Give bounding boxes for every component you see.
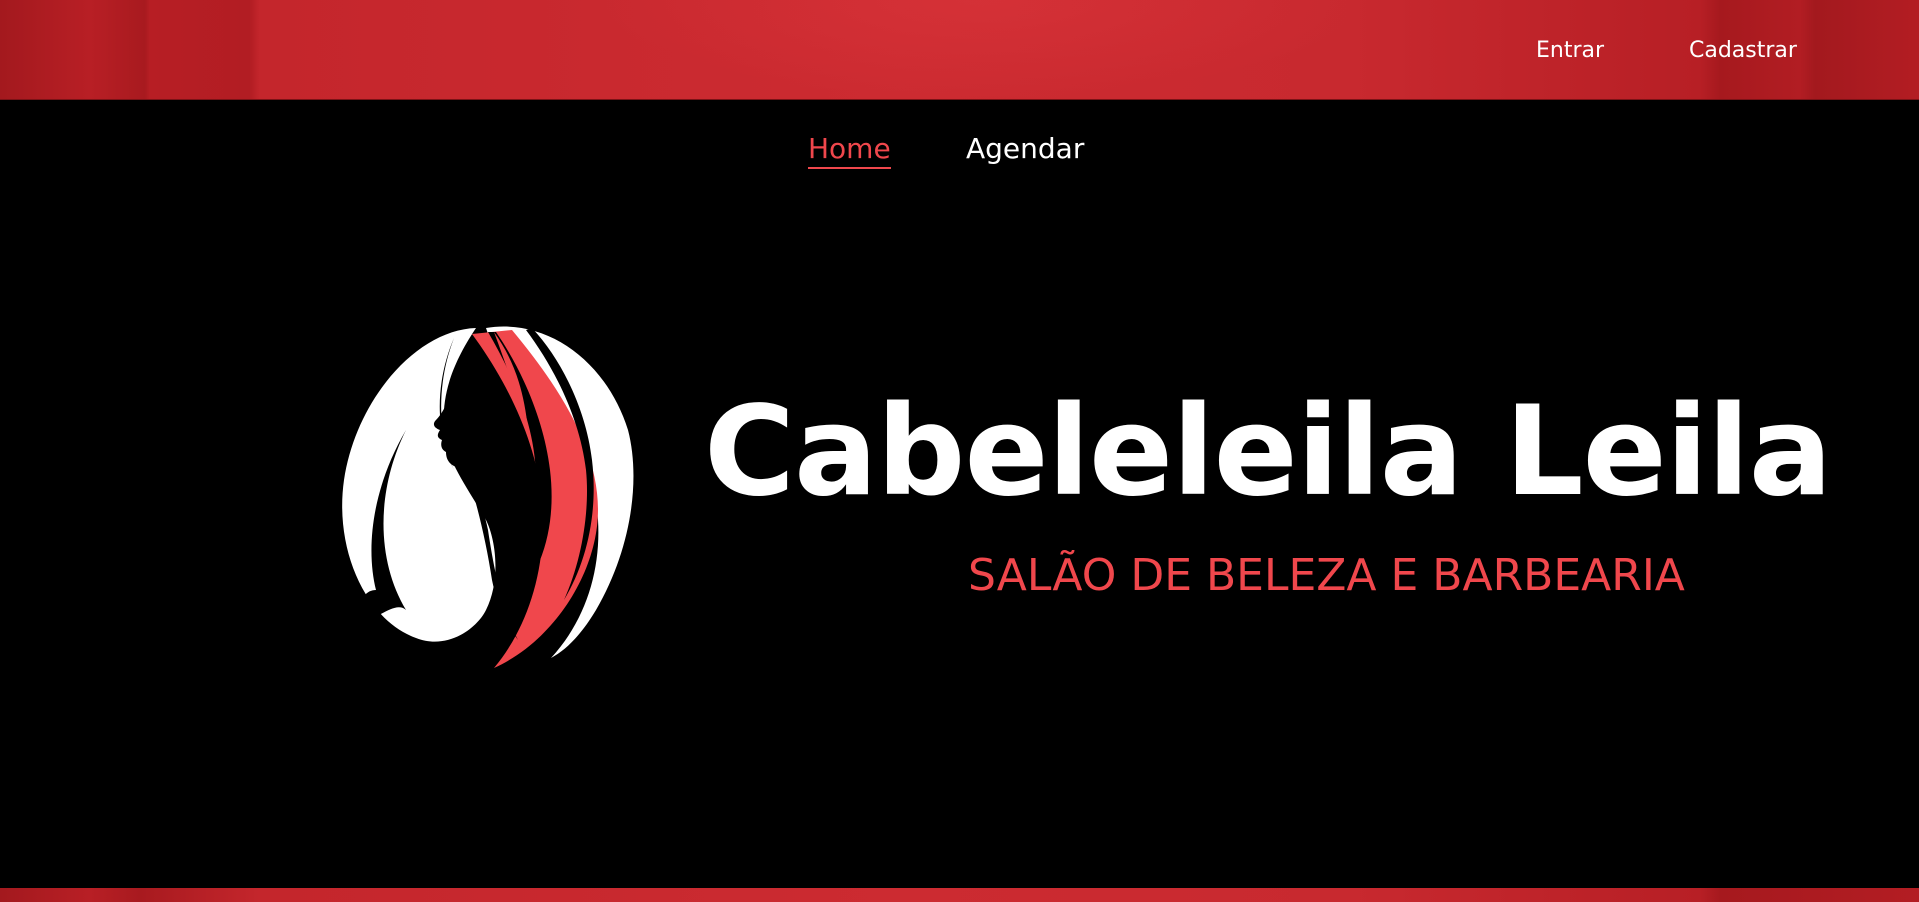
woman-hair-silhouette-icon bbox=[342, 326, 634, 668]
brand-subtitle: SALÃO DE BELEZA E BARBEARIA bbox=[968, 550, 1685, 601]
login-link[interactable]: Entrar bbox=[1536, 38, 1604, 63]
top-header-bar: Entrar Cadastrar bbox=[0, 0, 1919, 100]
main-nav: Home Agendar bbox=[0, 132, 1919, 172]
bottom-footer-bar bbox=[0, 888, 1919, 902]
nav-item-agendar[interactable]: Agendar bbox=[966, 132, 1084, 165]
register-link[interactable]: Cadastrar bbox=[1689, 38, 1797, 63]
brand-title: Cabeleleila Leila bbox=[704, 380, 1832, 524]
nav-item-home[interactable]: Home bbox=[808, 132, 891, 169]
hero-banner: Cabeleleila Leila SALÃO DE BELEZA E BARB… bbox=[0, 300, 1919, 700]
